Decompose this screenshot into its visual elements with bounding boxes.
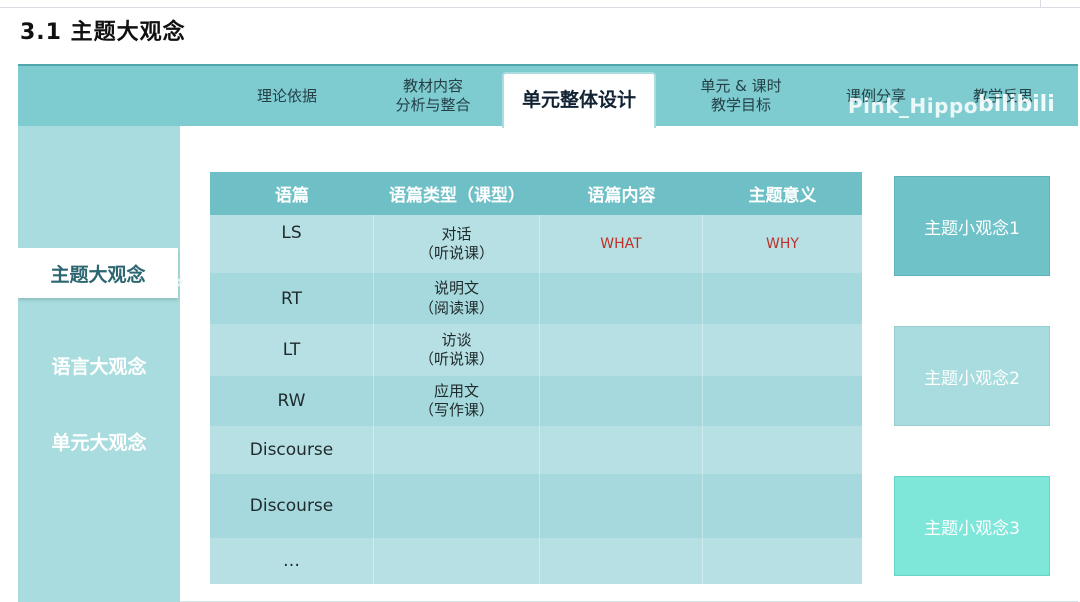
chevron-right-icon: › — [175, 270, 185, 295]
discourse-table: 语篇 语篇类型（课型） 语篇内容 主题意义 LS 对话 （听说课） WHAT W… — [210, 172, 862, 584]
cell-type: 应用文 （写作课） — [374, 376, 540, 426]
tab-unit-goals[interactable]: 单元 & 课时 教学目标 — [682, 66, 800, 126]
cell-content — [540, 538, 703, 584]
top-nav: 理论依据 教材内容 分析与整合 单元整体设计 单元 & 课时 教学目标 课例分享… — [18, 64, 1078, 128]
sidebar: 主题大观念 语言大观念 单元大观念 › — [18, 126, 184, 602]
table-header: 语篇 语篇类型（课型） 语篇内容 主题意义 — [210, 172, 862, 215]
cell-type — [374, 538, 540, 584]
cell-type: 访谈 （听说课） — [374, 324, 540, 376]
subtheme-card-3[interactable]: 主题小观念3 — [894, 476, 1050, 576]
cell-type — [374, 426, 540, 474]
cell-content: WHAT — [540, 215, 703, 273]
table-row: RT 说明文 （阅读课） — [210, 273, 862, 324]
tab-theory-basis[interactable]: 理论依据 — [228, 66, 346, 126]
header-type: 语篇类型（课型） — [389, 186, 525, 206]
cell-meaning — [703, 426, 862, 474]
top-divider-tick — [1040, 0, 1041, 8]
cell-text: … — [210, 538, 374, 584]
header-discourse: 语篇 — [275, 186, 309, 206]
slide: 理论依据 教材内容 分析与整合 单元整体设计 单元 & 课时 教学目标 课例分享… — [18, 64, 1078, 602]
header-content: 语篇内容 — [587, 186, 656, 206]
cell-text: RW — [210, 376, 374, 426]
cell-content — [540, 324, 703, 376]
cell-meaning — [703, 376, 862, 426]
table-row: LT 访谈 （听说课） — [210, 324, 862, 376]
sidebar-item-language[interactable]: 语言大观念 — [18, 340, 180, 390]
cell-meaning — [703, 324, 862, 376]
table-row: RW 应用文 （写作课） — [210, 376, 862, 426]
cell-meaning — [703, 474, 862, 538]
cell-text: Discourse — [210, 426, 374, 474]
cell-content — [540, 273, 703, 324]
table-row: Discourse — [210, 474, 862, 538]
cell-type: 对话 （听说课） — [374, 215, 540, 273]
cell-content — [540, 376, 703, 426]
cell-type — [374, 474, 540, 538]
cell-text: RT — [210, 273, 374, 324]
cell-text: LS — [210, 215, 374, 273]
bilibili-logo: bilibili — [978, 92, 1055, 117]
cell-meaning: WHY — [766, 236, 799, 252]
sidebar-item-unit[interactable]: 单元大观念 — [18, 416, 180, 466]
table-row: LS 对话 （听说课） WHAT WHY — [210, 215, 862, 273]
cell-content — [540, 474, 703, 538]
cell-type: 说明文 （阅读课） — [374, 273, 540, 324]
header-meaning: 主题意义 — [748, 186, 817, 206]
tab-unit-design[interactable]: 单元整体设计 — [502, 72, 656, 128]
cell-text: Discourse — [210, 474, 374, 538]
cell-meaning — [703, 273, 862, 324]
sidebar-item-theme[interactable]: 主题大观念 — [18, 248, 178, 298]
cell-text: LT — [210, 324, 374, 376]
cell-meaning — [703, 538, 862, 584]
subtheme-card-1[interactable]: 主题小观念1 — [894, 176, 1050, 276]
table-row: … — [210, 538, 862, 584]
subtheme-card-2[interactable]: 主题小观念2 — [894, 326, 1050, 426]
cell-content — [540, 426, 703, 474]
table-row: Discourse — [210, 426, 862, 474]
top-divider — [0, 7, 1080, 8]
watermark-text: Pink_Hippo — [848, 94, 979, 118]
tab-textbook-analysis[interactable]: 教材内容 分析与整合 — [378, 66, 488, 126]
page-title: 3.1 主题大观念 — [20, 20, 186, 45]
